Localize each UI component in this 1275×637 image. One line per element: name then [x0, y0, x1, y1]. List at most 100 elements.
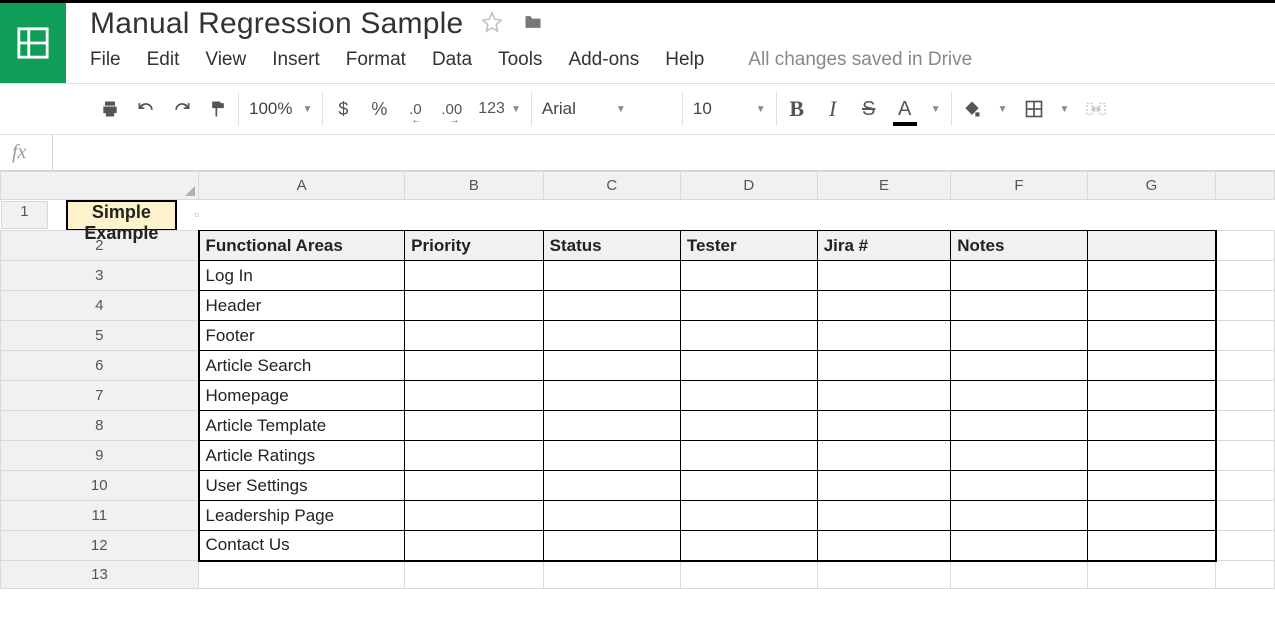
col-header-B[interactable]: B: [405, 172, 543, 200]
menu-file[interactable]: File: [90, 49, 121, 71]
cell-title[interactable]: Simple Example: [66, 200, 176, 230]
font-selector[interactable]: Arial ▼: [542, 99, 626, 119]
cell[interactable]: [680, 411, 817, 441]
folder-icon[interactable]: [521, 12, 545, 37]
menu-format[interactable]: Format: [346, 49, 406, 71]
cell[interactable]: Article Ratings: [199, 441, 405, 471]
cell[interactable]: Contact Us: [199, 531, 405, 561]
cell[interactable]: [680, 291, 817, 321]
number-format-selector[interactable]: 123 ▼: [478, 94, 521, 124]
cell[interactable]: [543, 411, 680, 441]
cell-header[interactable]: Functional Areas: [199, 231, 405, 261]
cell[interactable]: [680, 261, 817, 291]
cell[interactable]: [817, 561, 951, 589]
cell[interactable]: [1216, 501, 1275, 531]
cell[interactable]: [1087, 501, 1216, 531]
cell[interactable]: [543, 351, 680, 381]
bold-button[interactable]: B: [787, 94, 807, 124]
cell[interactable]: [1216, 411, 1275, 441]
text-color-button[interactable]: A: [895, 94, 915, 124]
menu-view[interactable]: View: [205, 49, 246, 71]
cell[interactable]: [405, 561, 543, 589]
cell[interactable]: [817, 321, 951, 351]
spreadsheet-grid[interactable]: A B C D E F G 1 Simple Example 2 Functio…: [0, 171, 1275, 589]
cell[interactable]: [405, 471, 543, 501]
col-header-E[interactable]: E: [817, 172, 951, 200]
cell[interactable]: [405, 531, 543, 561]
row-header[interactable]: 10: [1, 471, 199, 501]
menu-insert[interactable]: Insert: [272, 49, 320, 71]
cell[interactable]: [1087, 471, 1216, 501]
cell-header[interactable]: Tester: [680, 231, 817, 261]
cell[interactable]: [680, 321, 817, 351]
menu-edit[interactable]: Edit: [147, 49, 180, 71]
cell[interactable]: [1216, 291, 1275, 321]
cell[interactable]: Article Template: [199, 411, 405, 441]
row-header[interactable]: 8: [1, 411, 199, 441]
cell[interactable]: [405, 411, 543, 441]
decrease-decimal-button[interactable]: .0 ←: [405, 94, 425, 124]
paint-format-icon[interactable]: [208, 94, 228, 124]
cell[interactable]: [405, 501, 543, 531]
cell[interactable]: [1216, 561, 1275, 589]
col-header-G[interactable]: G: [1087, 172, 1216, 200]
cell[interactable]: [543, 321, 680, 351]
row-header[interactable]: 4: [1, 291, 199, 321]
cell[interactable]: [951, 351, 1087, 381]
cell[interactable]: [951, 561, 1087, 589]
strikethrough-button[interactable]: S: [859, 94, 879, 124]
cell[interactable]: [543, 471, 680, 501]
cell[interactable]: [817, 471, 951, 501]
cell[interactable]: Article Search: [199, 351, 405, 381]
star-icon[interactable]: [481, 11, 503, 38]
redo-icon[interactable]: [172, 94, 192, 124]
cell[interactable]: [680, 531, 817, 561]
italic-button[interactable]: I: [823, 94, 843, 124]
cell[interactable]: [680, 441, 817, 471]
cell[interactable]: Homepage: [199, 381, 405, 411]
cell[interactable]: [195, 213, 199, 217]
cell[interactable]: [543, 531, 680, 561]
cell[interactable]: [680, 501, 817, 531]
cell[interactable]: [817, 381, 951, 411]
cell[interactable]: [1087, 531, 1216, 561]
cell[interactable]: [1087, 351, 1216, 381]
chevron-down-icon[interactable]: ▼: [931, 104, 941, 115]
cell[interactable]: [817, 411, 951, 441]
cell[interactable]: [680, 471, 817, 501]
cell[interactable]: [543, 441, 680, 471]
cell-header[interactable]: Jira #: [817, 231, 951, 261]
cell[interactable]: Footer: [199, 321, 405, 351]
cell[interactable]: [951, 441, 1087, 471]
merge-cells-button[interactable]: [1085, 94, 1107, 124]
cell[interactable]: [543, 261, 680, 291]
cell[interactable]: [817, 261, 951, 291]
font-size-selector[interactable]: 10 ▼: [693, 99, 766, 119]
cell[interactable]: [1087, 561, 1216, 589]
col-header-D[interactable]: D: [680, 172, 817, 200]
row-header[interactable]: 3: [1, 261, 199, 291]
row-header[interactable]: 11: [1, 501, 199, 531]
cell[interactable]: [1216, 471, 1275, 501]
cell[interactable]: [951, 531, 1087, 561]
row-header[interactable]: 13: [1, 561, 199, 589]
cell[interactable]: [405, 441, 543, 471]
fill-color-button[interactable]: [962, 94, 982, 124]
zoom-selector[interactable]: 100% ▼: [249, 99, 312, 119]
cell[interactable]: [1216, 231, 1275, 261]
cell-header[interactable]: Status: [543, 231, 680, 261]
cell[interactable]: [817, 531, 951, 561]
cell[interactable]: [1087, 231, 1216, 261]
cell[interactable]: [405, 321, 543, 351]
cell[interactable]: [680, 561, 817, 589]
row-header[interactable]: 9: [1, 441, 199, 471]
cell[interactable]: [817, 291, 951, 321]
col-header-F[interactable]: F: [951, 172, 1087, 200]
cell[interactable]: [405, 291, 543, 321]
cell[interactable]: [1087, 291, 1216, 321]
formula-input[interactable]: [52, 135, 1275, 170]
cell[interactable]: [199, 561, 405, 589]
format-percent-button[interactable]: %: [369, 94, 389, 124]
cell[interactable]: Leadership Page: [199, 501, 405, 531]
select-all-corner[interactable]: [1, 172, 199, 200]
